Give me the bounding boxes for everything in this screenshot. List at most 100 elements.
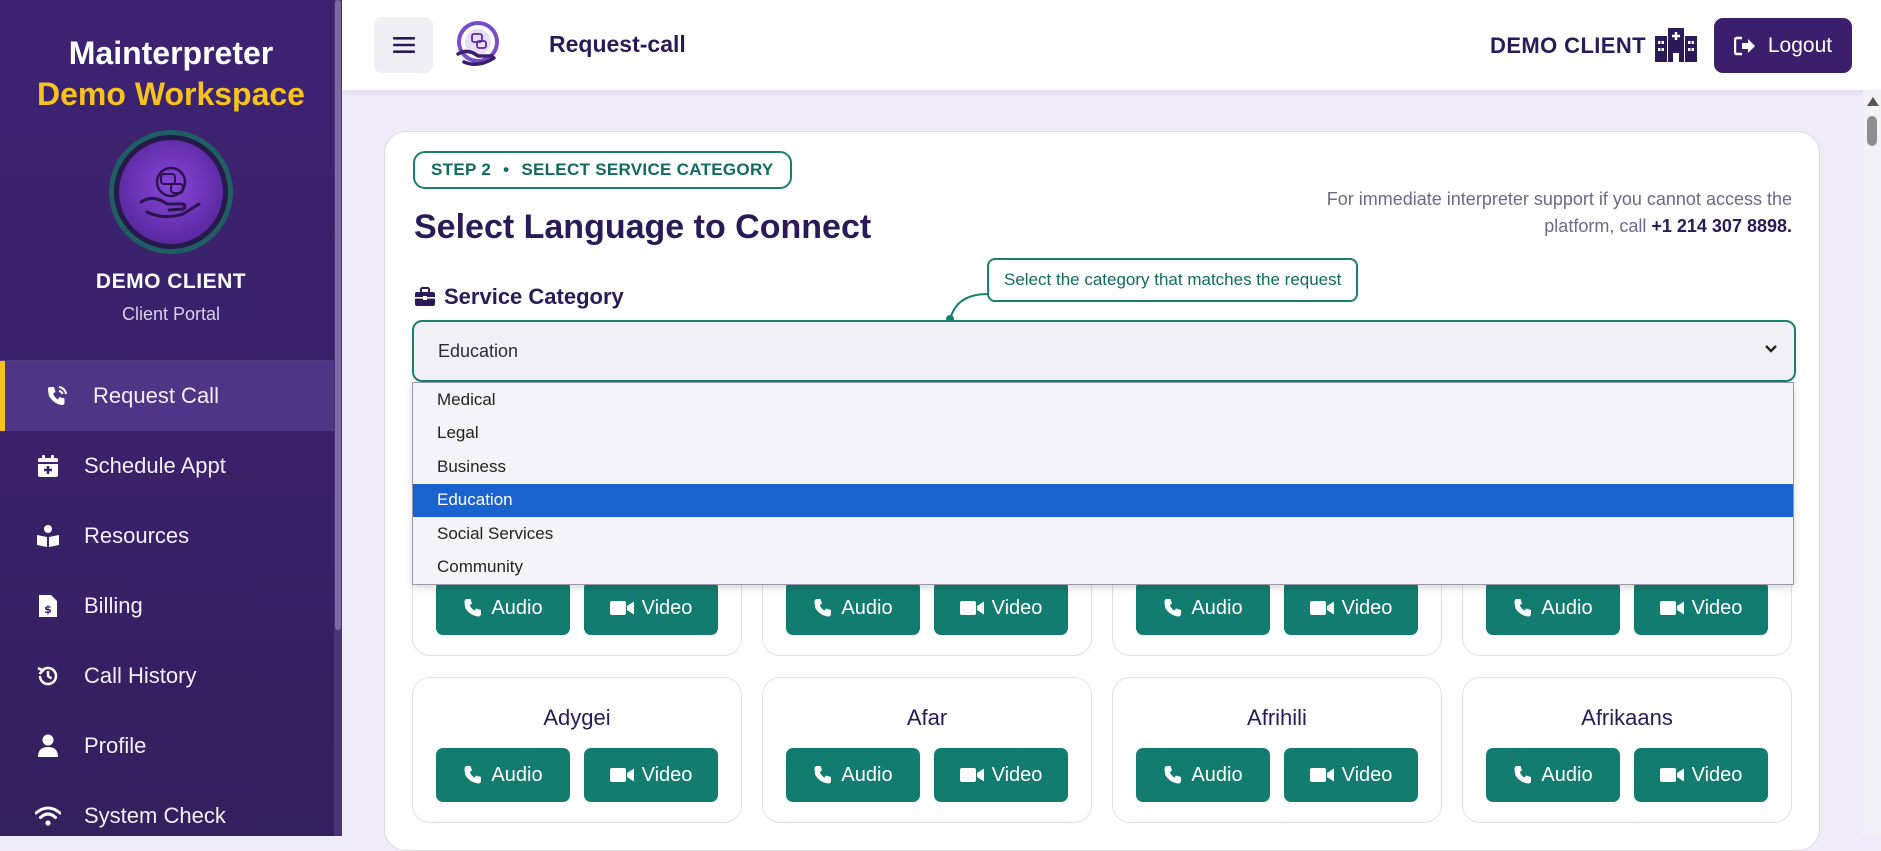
- service-category-text: Service Category: [444, 284, 624, 309]
- dropdown-option-medical[interactable]: Medical: [413, 383, 1793, 417]
- top-header: Request-call DEMO CLIENT Logout: [342, 0, 1881, 90]
- chevron-down-icon: [1765, 345, 1777, 353]
- phone-icon: [814, 766, 832, 784]
- logout-label: Logout: [1767, 33, 1833, 57]
- sidebar-item-label: Profile: [84, 733, 147, 758]
- video-camera-icon: [1309, 601, 1334, 615]
- language-card-afrikaans: Afrikaans Audio Video: [1462, 677, 1792, 823]
- hamburger-menu-button[interactable]: [374, 17, 433, 73]
- sidebar-item-request-call[interactable]: Request Call: [0, 361, 334, 431]
- sidebar-item-label: Resources: [84, 523, 190, 548]
- category-hint-tooltip: Select the category that matches the req…: [987, 258, 1359, 302]
- sidebar-scrollbar[interactable]: [334, 0, 342, 836]
- video-label: Video: [1691, 596, 1743, 619]
- dropdown-option-community[interactable]: Community: [413, 551, 1793, 585]
- audio-call-button[interactable]: Audio: [436, 581, 570, 635]
- video-label: Video: [641, 596, 693, 619]
- phone-icon: [1514, 599, 1532, 617]
- hamburger-icon: [392, 37, 415, 53]
- video-label: Video: [641, 763, 693, 786]
- user-icon: [34, 732, 62, 760]
- page-title: Request-call: [549, 31, 686, 57]
- step-indicator: STEP 2 • SELECT SERVICE CATEGORY: [413, 151, 792, 189]
- language-card-adygei: Adygei Audio Video: [412, 677, 742, 823]
- video-camera-icon: [959, 601, 984, 615]
- step-name: SELECT SERVICE CATEGORY: [521, 160, 774, 179]
- dropdown-option-education[interactable]: Education: [413, 483, 1793, 517]
- audio-call-button[interactable]: Audio: [1136, 748, 1270, 802]
- video-camera-icon: [959, 768, 984, 782]
- audio-label: Audio: [1191, 763, 1243, 786]
- client-name: DEMO CLIENT: [95, 269, 247, 293]
- video-label: Video: [1341, 596, 1393, 619]
- language-name: Afrikaans: [1581, 705, 1673, 730]
- phone-icon: [464, 599, 482, 617]
- audio-call-button[interactable]: Audio: [436, 748, 570, 802]
- client-avatar: [109, 129, 233, 254]
- video-label: Video: [991, 596, 1043, 619]
- dropdown-option-social-services[interactable]: Social Services: [413, 517, 1793, 551]
- video-call-button[interactable]: Video: [934, 748, 1068, 802]
- dropdown-option-legal[interactable]: Legal: [413, 417, 1793, 451]
- video-camera-icon: [1659, 768, 1684, 782]
- hospital-building-icon: [1655, 28, 1697, 62]
- logout-button[interactable]: Logout: [1714, 18, 1852, 73]
- briefcase-icon: [415, 287, 435, 306]
- audio-label: Audio: [841, 596, 893, 619]
- step-number: STEP 2: [431, 160, 492, 179]
- audio-call-button[interactable]: Audio: [786, 581, 920, 635]
- interpreter-logo-icon: [119, 139, 223, 244]
- client-role: Client Portal: [121, 303, 221, 324]
- page-scrollbar[interactable]: [1863, 90, 1881, 836]
- language-name: Afar: [906, 705, 948, 730]
- dropdown-option-business[interactable]: Business: [413, 450, 1793, 484]
- support-phone: +1 214 307 8898.: [1651, 216, 1792, 236]
- hint-connector: [946, 293, 989, 323]
- scroll-up-arrow-icon[interactable]: [1867, 97, 1879, 106]
- wifi-icon: [34, 802, 62, 830]
- brand-name: Mainterpreter: [68, 35, 274, 71]
- phone-icon: [1514, 766, 1532, 784]
- brand: Mainterpreter Demo Workspace: [0, 0, 342, 114]
- service-category-select[interactable]: Education: [412, 320, 1796, 382]
- audio-call-button[interactable]: Audio: [1136, 581, 1270, 635]
- video-camera-icon: [1659, 601, 1684, 615]
- language-card-afar: Afar Audio Video: [762, 677, 1092, 823]
- video-call-button[interactable]: Video: [1284, 748, 1418, 802]
- language-card-afrihili: Afrihili Audio Video: [1112, 677, 1442, 823]
- video-call-button[interactable]: Video: [584, 748, 718, 802]
- sidebar-scroll-thumb[interactable]: [335, 0, 341, 630]
- page-scroll-thumb[interactable]: [1867, 116, 1877, 146]
- invoice-dollar-icon: $: [34, 592, 62, 620]
- audio-label: Audio: [1541, 596, 1593, 619]
- video-camera-icon: [609, 768, 634, 782]
- video-label: Video: [991, 763, 1043, 786]
- service-category-label: Service Category: [414, 284, 624, 310]
- phone-icon: [464, 766, 482, 784]
- app-logo-icon: [454, 20, 502, 68]
- sidebar-item-call-history[interactable]: Call History: [0, 641, 334, 711]
- sidebar-item-billing[interactable]: $ Billing: [0, 571, 334, 641]
- video-call-button[interactable]: Video: [1634, 748, 1768, 802]
- audio-call-button[interactable]: Audio: [1486, 748, 1620, 802]
- sidebar-item-label: Schedule Appt: [84, 453, 226, 478]
- selected-category: Education: [438, 340, 519, 361]
- phone-volume-icon: [43, 382, 71, 410]
- sidebar-item-resources[interactable]: Resources: [0, 501, 334, 571]
- audio-call-button[interactable]: Audio: [786, 748, 920, 802]
- video-call-button[interactable]: Video: [1284, 581, 1418, 635]
- phone-icon: [1164, 599, 1182, 617]
- language-name: Adygei: [543, 705, 611, 730]
- history-icon: [34, 662, 62, 690]
- video-call-button[interactable]: Video: [934, 581, 1068, 635]
- sign-out-icon: [1733, 36, 1755, 55]
- video-call-button[interactable]: Video: [584, 581, 718, 635]
- sidebar-item-system-check[interactable]: System Check: [0, 781, 334, 836]
- sidebar-nav: Request Call Schedule Appt Resources $ B…: [0, 360, 334, 836]
- video-call-button[interactable]: Video: [1634, 581, 1768, 635]
- phone-icon: [814, 599, 832, 617]
- video-camera-icon: [609, 601, 634, 615]
- audio-call-button[interactable]: Audio: [1486, 581, 1620, 635]
- sidebar-item-schedule-appt[interactable]: Schedule Appt: [0, 431, 334, 501]
- sidebar-item-profile[interactable]: Profile: [0, 711, 334, 781]
